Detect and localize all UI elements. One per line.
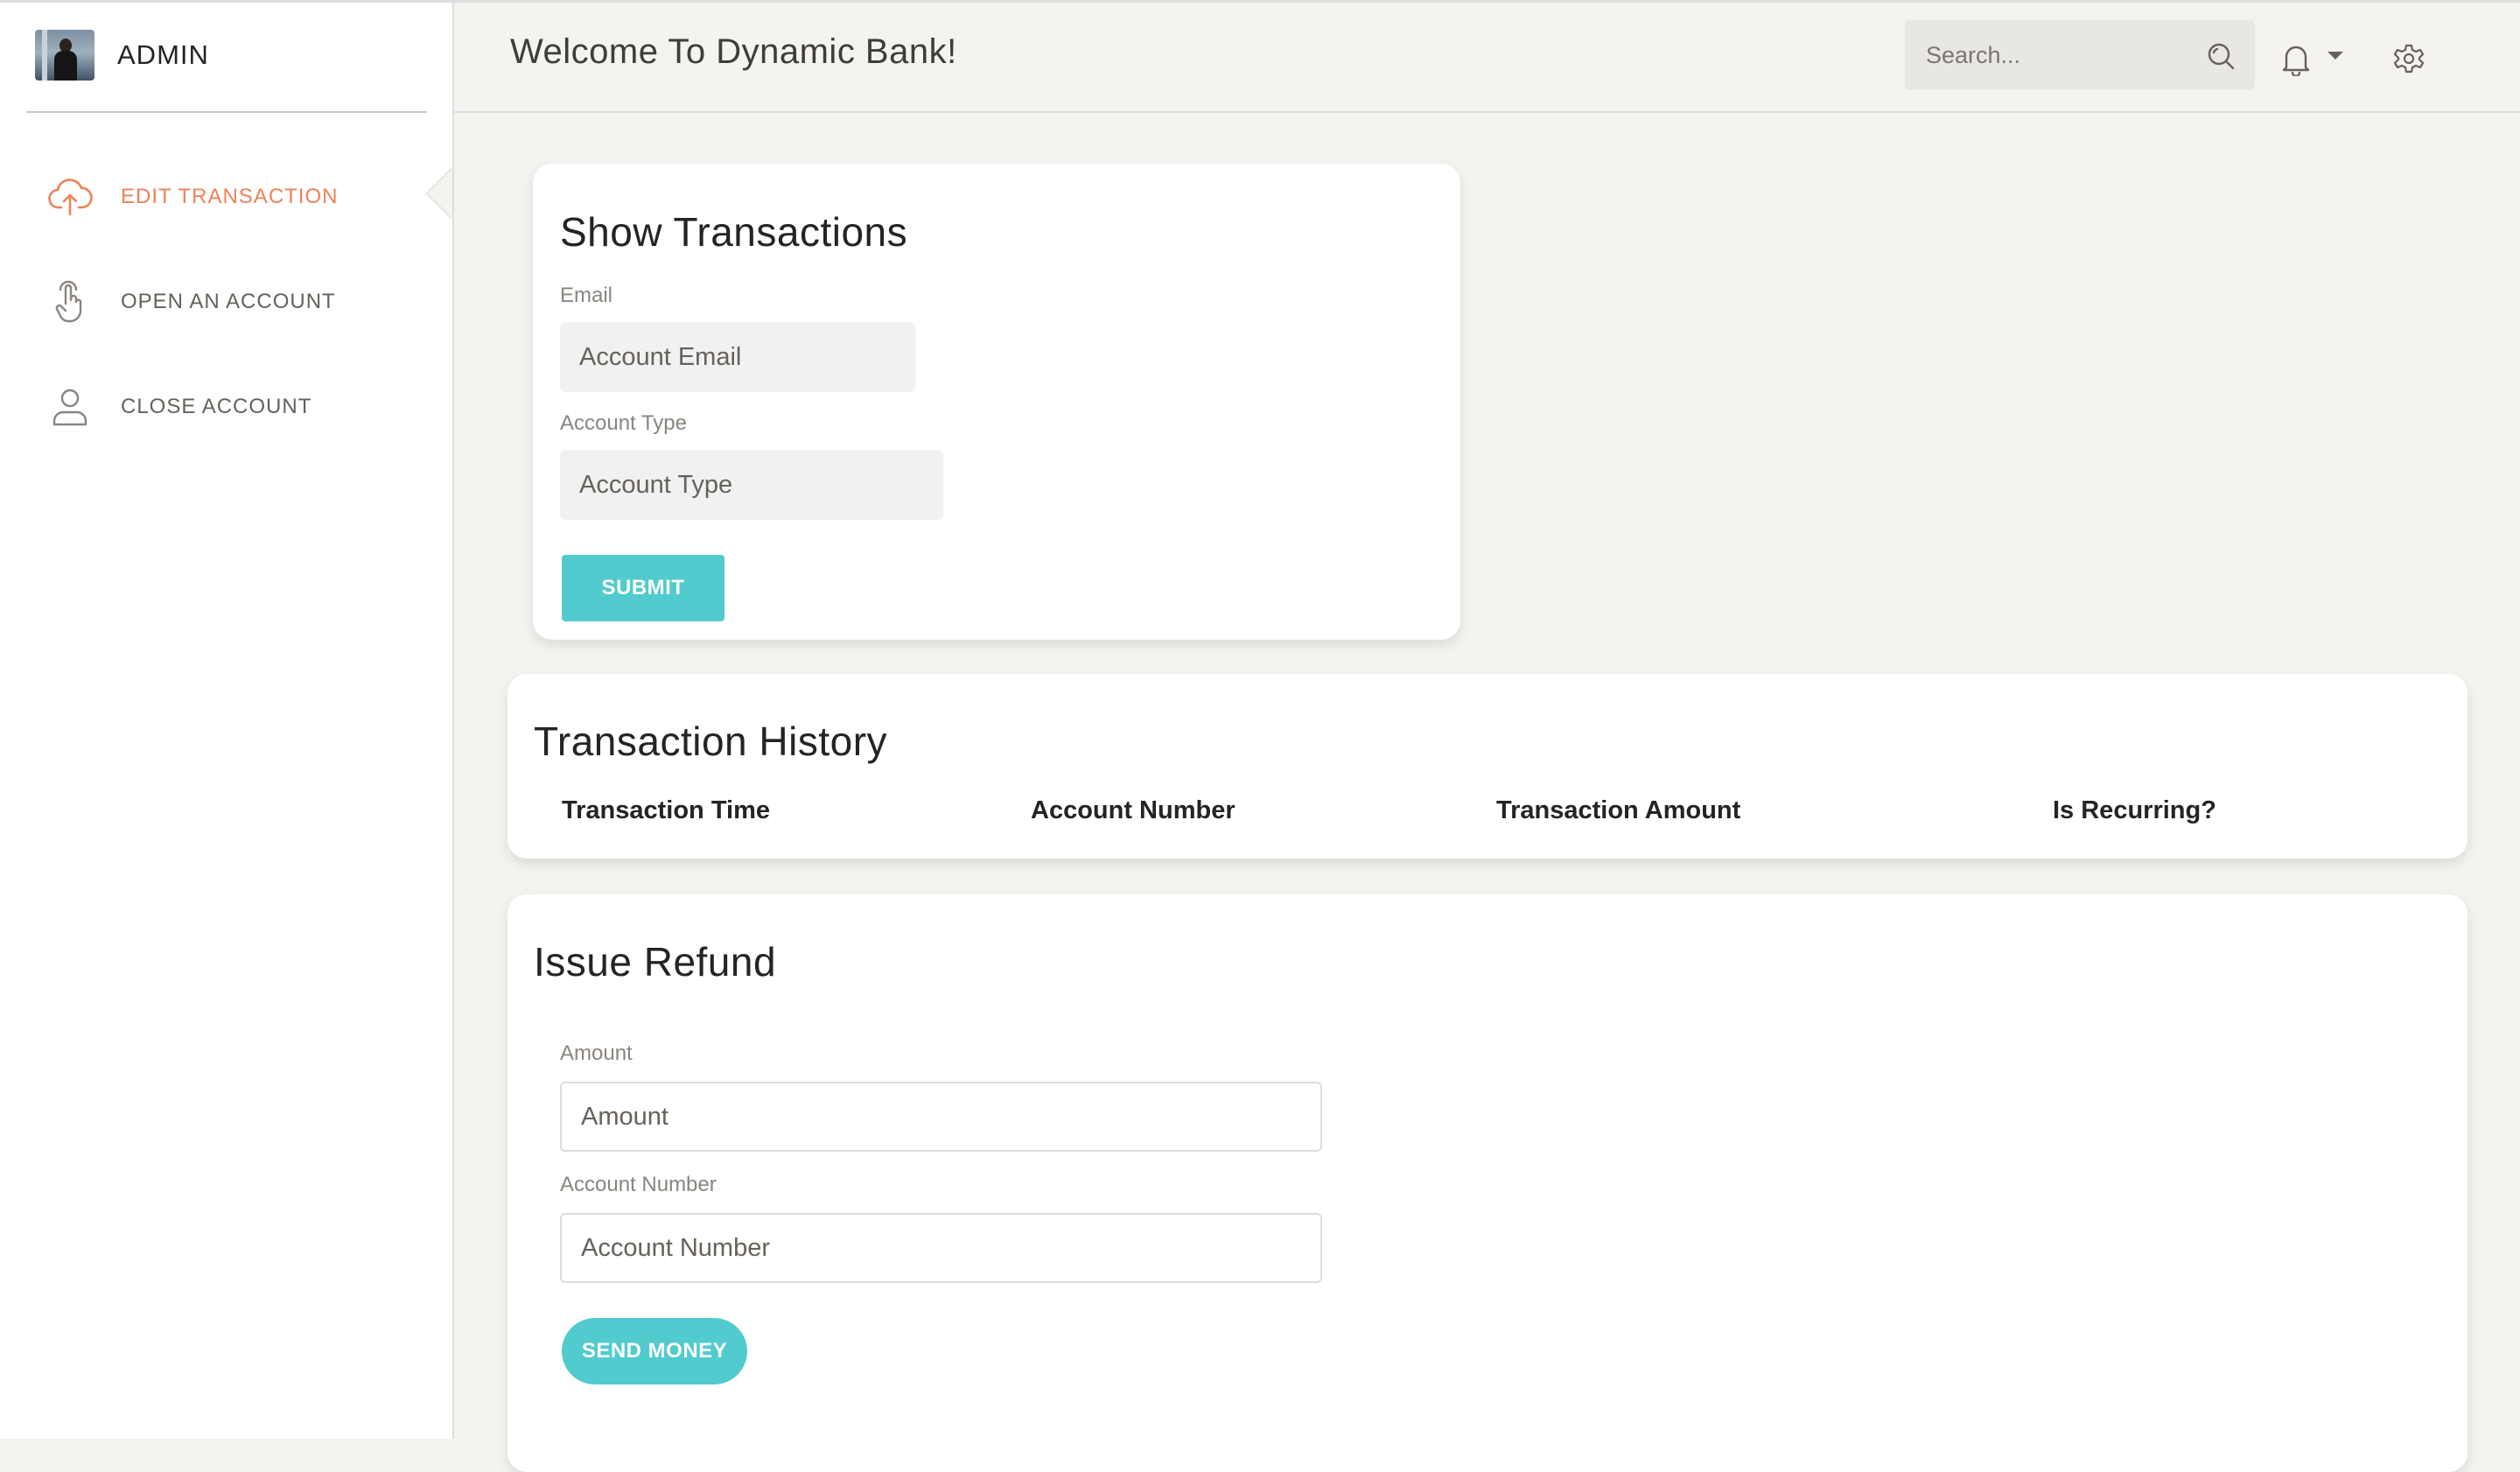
amount-field[interactable] — [560, 1082, 1322, 1152]
sidebar-item-label: OPEN AN ACCOUNT — [121, 290, 336, 313]
bell-icon[interactable] — [2279, 41, 2313, 76]
submit-button[interactable]: SUBMIT — [562, 555, 724, 621]
transaction-history-card: Transaction History Transaction Time Acc… — [508, 674, 2468, 859]
user-icon — [52, 389, 88, 426]
issue-refund-card: Issue Refund Amount Account Number SEND … — [508, 894, 2468, 1472]
send-money-button[interactable]: SEND MONEY — [562, 1318, 747, 1384]
brand[interactable]: ADMIN — [35, 29, 209, 81]
sidebar: ADMIN EDIT TRANSACTION OPEN AN ACCOUNT C… — [0, 3, 454, 1439]
column-header-transaction-time: Transaction Time — [562, 796, 770, 824]
email-label: Email — [560, 284, 613, 307]
brand-divider — [26, 111, 427, 113]
amount-label: Amount — [560, 1041, 633, 1065]
top-navbar: Welcome To Dynamic Bank! — [454, 3, 2520, 113]
account-number-label: Account Number — [560, 1173, 717, 1196]
avatar — [35, 30, 94, 81]
cloud-upload-icon — [48, 179, 93, 216]
account-type-field[interactable] — [560, 450, 943, 520]
column-header-is-recurring: Is Recurring? — [2053, 796, 2216, 824]
search-input[interactable] — [1924, 40, 2190, 70]
card-title: Show Transactions — [560, 209, 908, 255]
email-field[interactable] — [560, 322, 915, 392]
page-title: Welcome To Dynamic Bank! — [510, 32, 957, 71]
show-transactions-card: Show Transactions Email Account Type SUB… — [533, 164, 1460, 640]
brand-name: ADMIN — [117, 39, 209, 70]
sidebar-item-label: EDIT TRANSACTION — [121, 185, 339, 208]
search-box — [1905, 20, 2255, 90]
search-icon[interactable] — [2206, 41, 2236, 71]
caret-down-icon[interactable] — [2328, 52, 2343, 60]
column-header-transaction-amount: Transaction Amount — [1496, 796, 1741, 824]
sidebar-item-open-account[interactable]: OPEN AN ACCOUNT — [47, 276, 336, 328]
card-title: Issue Refund — [534, 939, 777, 985]
account-type-label: Account Type — [560, 411, 687, 435]
account-number-field[interactable] — [560, 1213, 1322, 1283]
column-header-account-number: Account Number — [1031, 796, 1236, 824]
card-title: Transaction History — [534, 718, 888, 764]
sidebar-item-close-account[interactable]: CLOSE ACCOUNT — [47, 381, 312, 433]
tap-hand-icon — [55, 280, 82, 323]
sidebar-item-label: CLOSE ACCOUNT — [121, 395, 312, 418]
gear-icon[interactable] — [2393, 43, 2425, 74]
sidebar-item-edit-transaction[interactable]: EDIT TRANSACTION — [47, 171, 338, 223]
